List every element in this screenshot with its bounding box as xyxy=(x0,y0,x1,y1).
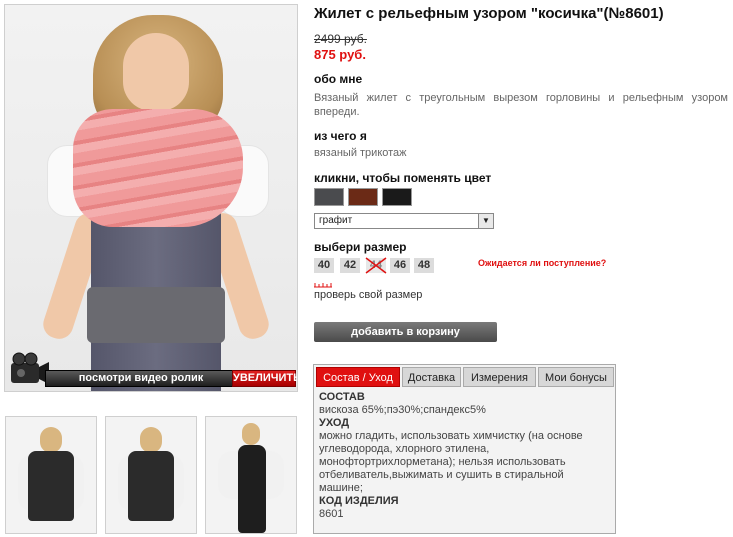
color-select[interactable]: графит ▼ xyxy=(314,213,494,229)
color-select-value: графит xyxy=(319,215,353,226)
tab-my-bonuses[interactable]: Мои бонусы xyxy=(538,367,614,387)
tab-content: СОСТАВ вискоза 65%;пэ30%;спандекс5% УХОД… xyxy=(319,391,609,521)
unavailable-cross-icon xyxy=(365,257,387,274)
watch-video-button[interactable]: посмотри видео ролик xyxy=(45,370,237,387)
composition-heading: СОСТАВ xyxy=(319,391,365,403)
about-text: Вязаный жилет с треугольным вырезом горл… xyxy=(314,92,728,118)
enlarge-button[interactable]: УВЕЛИЧИТЬ xyxy=(232,370,297,387)
chevron-down-icon[interactable]: ▼ xyxy=(478,214,493,228)
color-heading: кликни, чтобы поменять цвет xyxy=(314,171,492,185)
new-price: 875 руб. xyxy=(314,47,366,62)
availability-inquiry-link[interactable]: Ожидается ли поступление? xyxy=(478,258,606,268)
add-to-cart-button[interactable]: добавить в корзину xyxy=(314,322,497,342)
material-heading: из чего я xyxy=(314,129,367,143)
care-heading: УХОД xyxy=(319,417,350,429)
size-option-42[interactable]: 42 xyxy=(340,258,360,273)
photo-overlay-bar: посмотри видео ролик УВЕЛИЧИТЬ xyxy=(5,352,297,391)
care-text: можно гладить, использовать химчистку (н… xyxy=(319,430,583,494)
size-heading: выбери размер xyxy=(314,240,407,254)
color-swatch-graphite[interactable] xyxy=(314,188,344,206)
photo-belt xyxy=(87,287,225,343)
size-option-46[interactable]: 46 xyxy=(390,258,410,273)
color-swatch-brown[interactable] xyxy=(348,188,378,206)
color-swatch-black[interactable] xyxy=(382,188,412,206)
photo-scarf xyxy=(73,109,243,227)
info-tabs-panel: Состав / Уход Доставка Измерения Мои бон… xyxy=(313,364,616,534)
tab-delivery[interactable]: Доставка xyxy=(402,367,461,387)
check-size-link[interactable]: проверь свой размер xyxy=(314,289,422,301)
composition-text: вискоза 65%;пэ30%;спандекс5% xyxy=(319,404,486,416)
product-title: Жилет с рельефным узором "косичка"(№8601… xyxy=(314,5,664,22)
product-code-heading: КОД ИЗДЕЛИЯ xyxy=(319,495,399,507)
photo-face xyxy=(123,33,189,111)
tab-bar: Состав / Уход Доставка Измерения Мои бон… xyxy=(316,367,614,387)
ruler-icon xyxy=(314,283,332,288)
main-product-photo[interactable]: посмотри видео ролик УВЕЛИЧИТЬ xyxy=(4,4,298,392)
material-text: вязаный трикотаж xyxy=(314,147,407,159)
size-option-48[interactable]: 48 xyxy=(414,258,434,273)
thumbnail-full[interactable] xyxy=(205,416,297,534)
size-option-40[interactable]: 40 xyxy=(314,258,334,273)
thumbnail-front[interactable] xyxy=(105,416,197,534)
tab-measurements[interactable]: Измерения xyxy=(463,367,536,387)
thumbnail-back[interactable] xyxy=(5,416,97,534)
about-heading: обо мне xyxy=(314,72,363,86)
product-code: 8601 xyxy=(319,508,344,520)
tab-composition-care[interactable]: Состав / Уход xyxy=(316,367,400,387)
old-price: 2499 руб. xyxy=(314,32,367,46)
